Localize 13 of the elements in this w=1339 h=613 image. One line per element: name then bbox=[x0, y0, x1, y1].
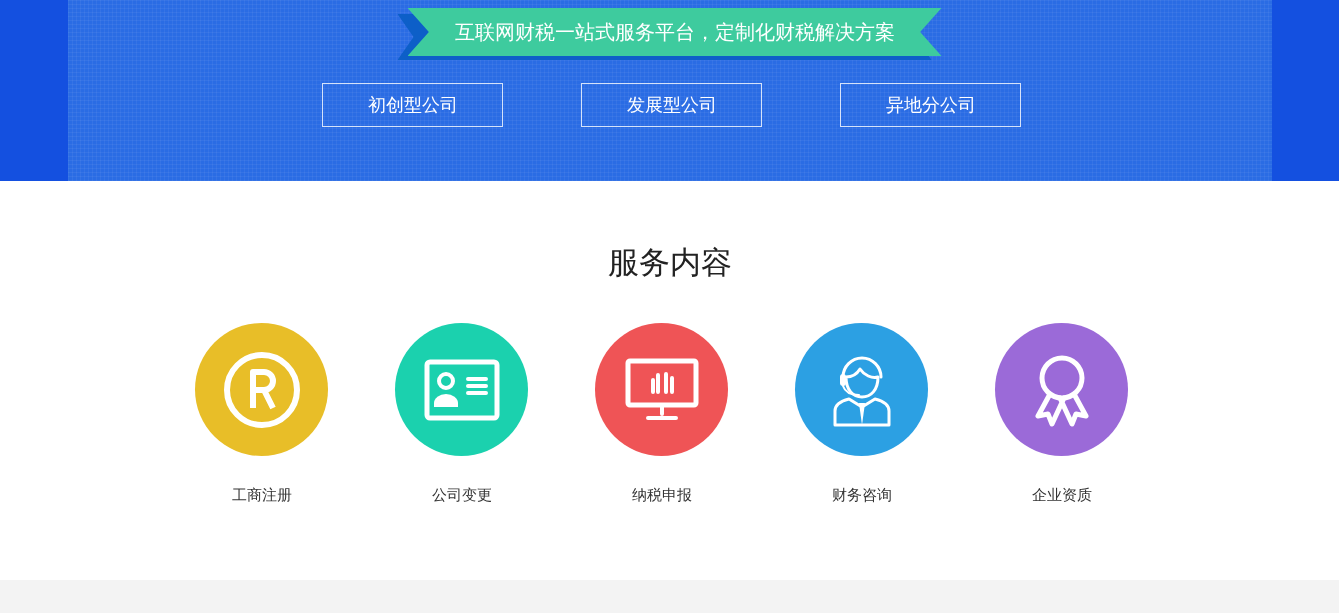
service-label[interactable]: 财务咨询 bbox=[831, 484, 892, 507]
id-card-icon bbox=[423, 358, 500, 421]
service-label[interactable]: 工商注册 bbox=[231, 484, 292, 507]
slogan-ribbon: 互联网财税一站式服务平台，定制化财税解决方案 bbox=[407, 8, 942, 56]
company-type-button[interactable]: 初创型公司 bbox=[322, 83, 503, 127]
company-type-button[interactable]: 发展型公司 bbox=[581, 83, 762, 127]
section-title: 服务内容 bbox=[607, 244, 732, 282]
company-type-button[interactable]: 异地分公司 bbox=[840, 83, 1021, 127]
service-label[interactable]: 公司变更 bbox=[431, 484, 492, 507]
service-label[interactable]: 企业资质 bbox=[1031, 484, 1092, 507]
service-label[interactable]: 纳税申报 bbox=[631, 484, 692, 507]
registered-mark-icon bbox=[221, 349, 302, 430]
monitor-chart-icon bbox=[624, 357, 699, 422]
